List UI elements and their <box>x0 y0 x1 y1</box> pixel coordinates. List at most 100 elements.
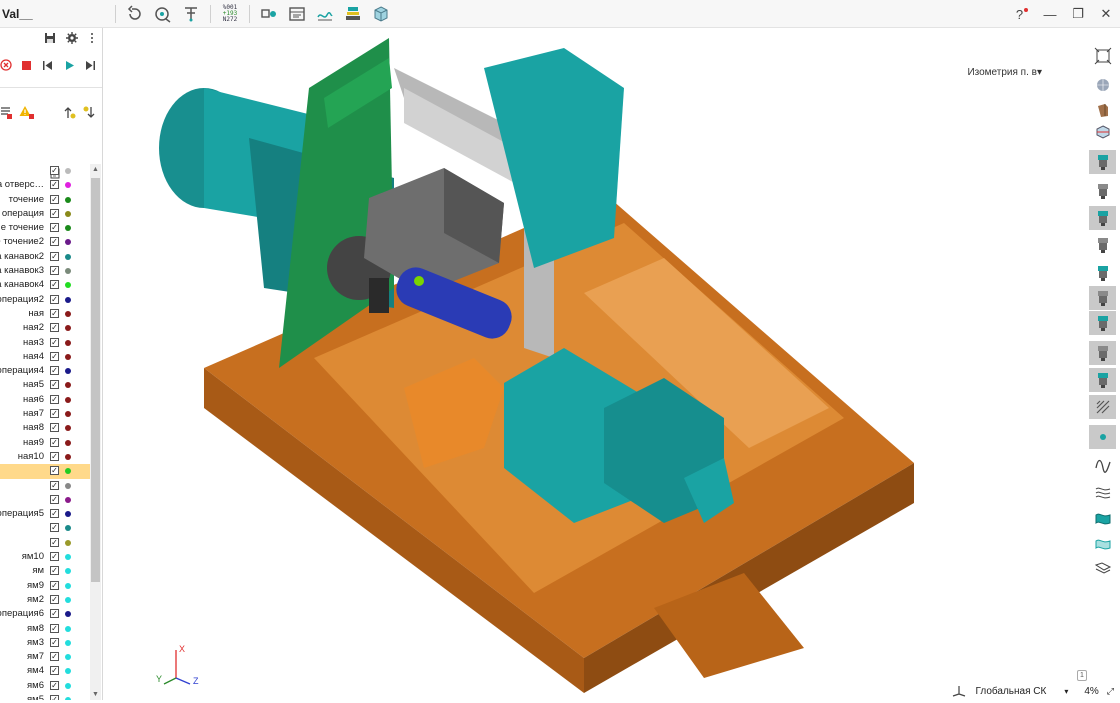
visibility-checkbox[interactable]: ✓ <box>50 323 59 332</box>
gear-icon[interactable] <box>66 32 78 44</box>
visibility-checkbox[interactable]: ✓ <box>50 652 59 661</box>
simulation-icon[interactable] <box>151 3 175 25</box>
visibility-checkbox[interactable]: ✓ <box>50 509 59 518</box>
tree-item[interactable]: ная3✓ <box>0 336 90 350</box>
tool-4-icon[interactable] <box>1089 233 1116 257</box>
tree-item[interactable]: ям4✓ <box>0 664 90 678</box>
more-icon[interactable] <box>90 32 94 44</box>
section-icon[interactable] <box>1089 120 1116 144</box>
tree-item[interactable]: ✓ <box>0 464 90 478</box>
tree-item[interactable]: ям3✓ <box>0 636 90 650</box>
machine-icon[interactable] <box>257 3 281 25</box>
visibility-checkbox[interactable]: ✓ <box>50 409 59 418</box>
tree-item[interactable]: ✓ <box>0 521 90 535</box>
tree-item[interactable]: ✓ <box>0 536 90 550</box>
tool-8-icon[interactable] <box>1089 341 1116 365</box>
hatch-icon[interactable] <box>1089 395 1116 419</box>
tree-item[interactable]: ная4✓ <box>0 350 90 364</box>
tree-item[interactable]: ям2✓ <box>0 593 90 607</box>
tree-item[interactable]: ям8✓ <box>0 622 90 636</box>
tool-2-icon[interactable] <box>1089 179 1116 203</box>
skip-forward-icon[interactable] <box>85 60 96 71</box>
panel-icon[interactable] <box>285 3 309 25</box>
visibility-checkbox[interactable]: ✓ <box>50 624 59 633</box>
tool-3-icon[interactable] <box>1089 206 1116 230</box>
visibility-checkbox[interactable]: ✓ <box>50 552 59 561</box>
stop-square-icon[interactable] <box>21 60 32 71</box>
tree-item[interactable]: ✓ <box>0 164 90 178</box>
tree-scrollbar[interactable]: ▲ ▼ <box>90 164 101 700</box>
tree-item[interactable]: операция6✓ <box>0 607 90 621</box>
visibility-checkbox[interactable]: ✓ <box>50 495 59 504</box>
visibility-checkbox[interactable]: ✓ <box>50 452 59 461</box>
tree-item[interactable]: ная8✓ <box>0 421 90 435</box>
tool-stack-icon[interactable] <box>341 3 365 25</box>
shade-icon[interactable] <box>1089 98 1116 122</box>
visibility-checkbox[interactable]: ✓ <box>50 595 59 604</box>
coord-system-icon[interactable] <box>952 685 966 697</box>
view-selector[interactable]: Изометрия п. в▾ <box>967 67 1042 78</box>
visibility-checkbox[interactable]: ✓ <box>50 581 59 590</box>
visibility-checkbox[interactable]: ✓ <box>50 466 59 475</box>
warning-icon[interactable] <box>19 105 34 119</box>
visibility-checkbox[interactable]: ✓ <box>50 395 59 404</box>
visibility-checkbox[interactable]: ✓ <box>50 538 59 547</box>
sort-up-icon[interactable] <box>64 106 76 119</box>
surface-icon[interactable] <box>1089 480 1116 504</box>
coordinate-system-selector[interactable]: Глобальная СК <box>976 686 1047 697</box>
graph-icon[interactable] <box>313 3 337 25</box>
visibility-checkbox[interactable]: ✓ <box>50 195 59 204</box>
tree-item[interactable]: операция4✓ <box>0 364 90 378</box>
scroll-thumb[interactable] <box>91 178 100 582</box>
tool-path-icon[interactable] <box>179 3 203 25</box>
visibility-checkbox[interactable]: ✓ <box>50 609 59 618</box>
tool-6-icon[interactable] <box>1089 286 1116 310</box>
visibility-checkbox[interactable]: ✓ <box>50 352 59 361</box>
visibility-checkbox[interactable]: ✓ <box>50 366 59 375</box>
visibility-checkbox[interactable]: ✓ <box>50 209 59 218</box>
tree-item[interactable]: ям10✓ <box>0 550 90 564</box>
tool-7-icon[interactable] <box>1089 311 1116 335</box>
undo-icon[interactable] <box>123 3 147 25</box>
visibility-checkbox[interactable]: ✓ <box>50 180 59 189</box>
visibility-checkbox[interactable]: ✓ <box>50 266 59 275</box>
visibility-checkbox[interactable]: ✓ <box>50 481 59 490</box>
visibility-checkbox[interactable]: ✓ <box>50 638 59 647</box>
visibility-checkbox[interactable]: ✓ <box>50 237 59 246</box>
3d-viewport[interactable]: Изометрия п. в▾ X Y Z <box>104 28 1086 700</box>
save-icon[interactable] <box>44 32 56 44</box>
play-icon[interactable] <box>64 60 75 71</box>
visibility-checkbox[interactable]: ✓ <box>50 380 59 389</box>
expand-icon[interactable]: ⤢ <box>1107 686 1114 697</box>
stop-circle-icon[interactable] <box>0 59 12 71</box>
sort-down-icon[interactable] <box>83 106 95 119</box>
skip-back-icon[interactable] <box>42 60 53 71</box>
tool-1-icon[interactable] <box>1089 150 1116 174</box>
tree-item[interactable]: е точение✓ <box>0 221 90 235</box>
fit-view-icon[interactable] <box>1089 44 1116 68</box>
tree-item[interactable]: ям5✓ <box>0 693 90 700</box>
visibility-checkbox[interactable]: ✓ <box>50 166 59 175</box>
sphere-icon[interactable] <box>1089 73 1116 97</box>
tree-item[interactable]: ям✓ <box>0 564 90 578</box>
visibility-checkbox[interactable]: ✓ <box>50 309 59 318</box>
tool-5-icon[interactable] <box>1089 261 1116 285</box>
visibility-checkbox[interactable]: ✓ <box>50 523 59 532</box>
tree-item[interactable]: ная7✓ <box>0 407 90 421</box>
tree-item[interactable]: ка отверс…✓ <box>0 178 90 192</box>
help-button[interactable]: ? <box>1008 0 1036 28</box>
minimize-button[interactable]: — <box>1036 0 1064 28</box>
tree-item[interactable]: ям9✓ <box>0 579 90 593</box>
tree-item[interactable]: е точение2✓ <box>0 235 90 249</box>
tree-item[interactable]: ка канавок4✓ <box>0 278 90 292</box>
visibility-checkbox[interactable]: ✓ <box>50 681 59 690</box>
tree-item[interactable]: ная6✓ <box>0 393 90 407</box>
point-icon[interactable] <box>1089 425 1116 449</box>
visibility-checkbox[interactable]: ✓ <box>50 695 59 700</box>
wave2-icon[interactable] <box>1089 531 1116 555</box>
stock-icon[interactable] <box>369 3 393 25</box>
list-icon[interactable] <box>0 106 13 119</box>
tree-item[interactable]: ✓ <box>0 493 90 507</box>
maximize-button[interactable]: ❐ <box>1064 0 1092 28</box>
tree-item[interactable]: ная5✓ <box>0 378 90 392</box>
